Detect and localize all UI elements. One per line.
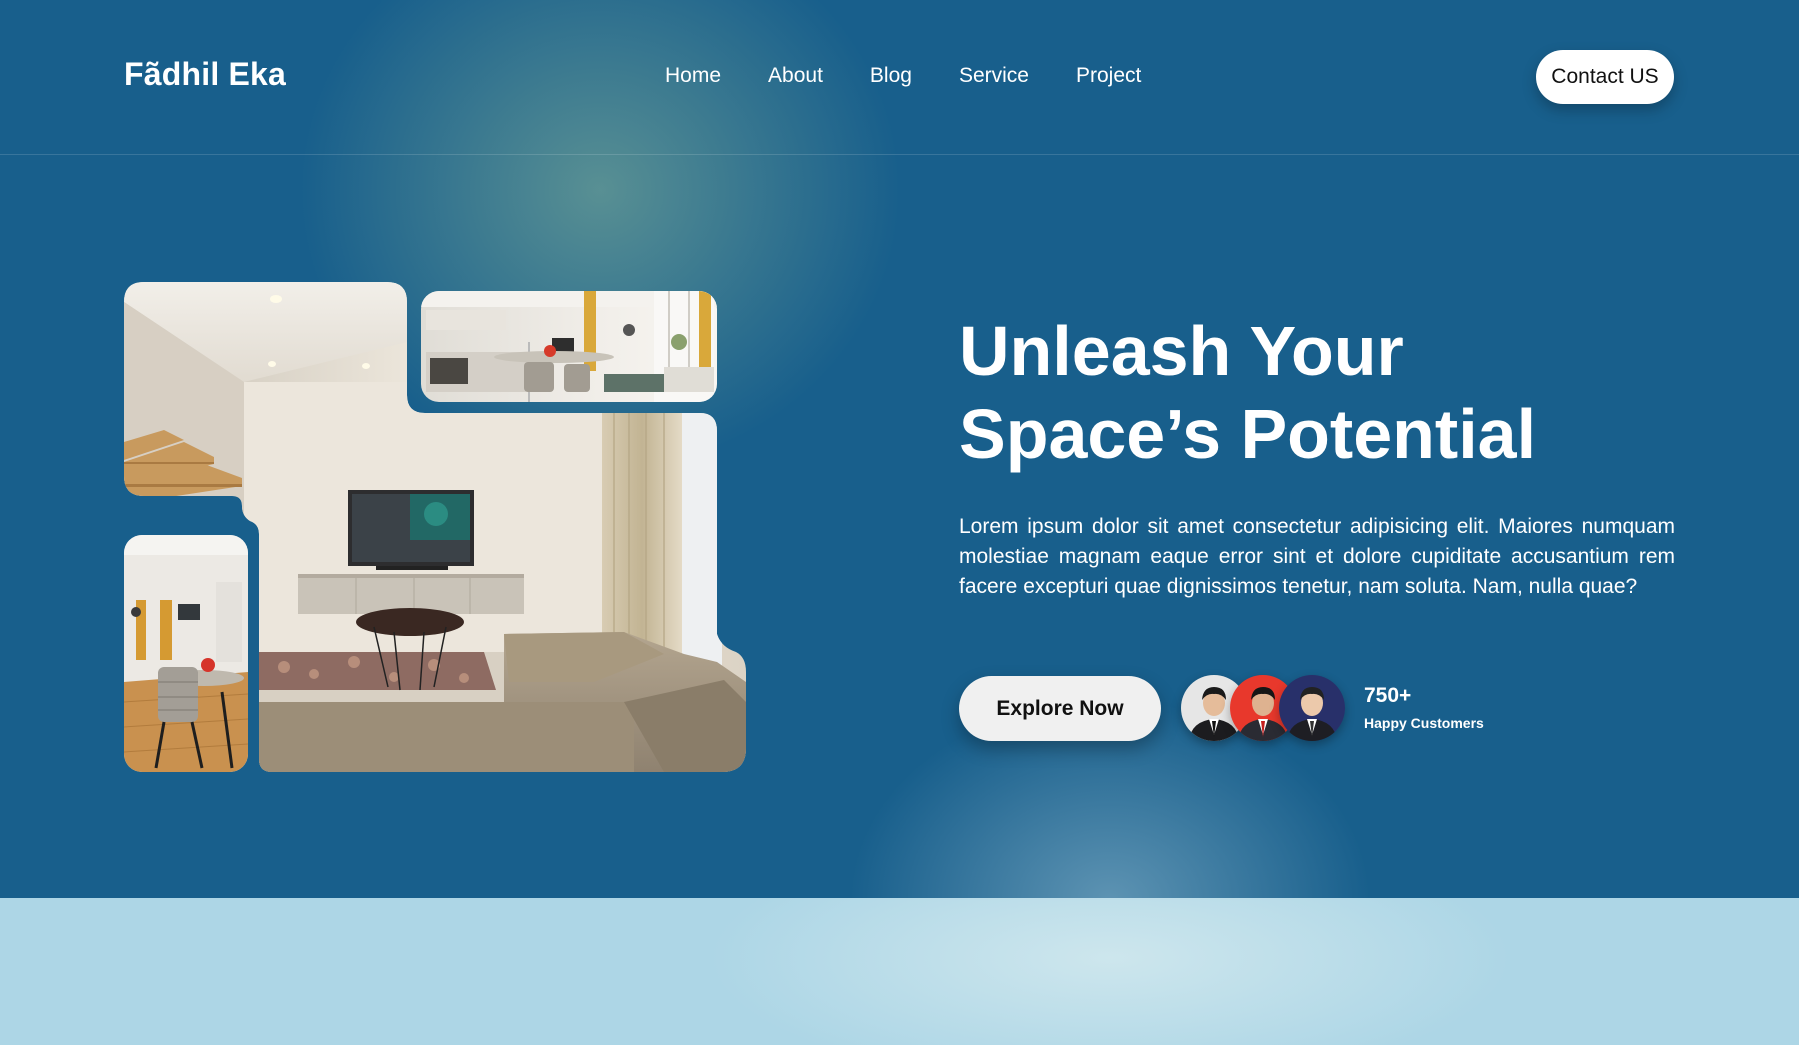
explore-now-button[interactable]: Explore Now [959,676,1161,741]
hero-headline: Unleash Your Space’s Potential [959,310,1679,476]
nav-link-home[interactable]: Home [665,64,721,88]
interior-photo-gallery [124,282,746,772]
customer-count-caption: Happy Customers [1364,715,1484,731]
dining-chair-photo [124,535,248,772]
nav-link-service[interactable]: Service [959,64,1029,88]
contact-us-button[interactable]: Contact US [1536,50,1674,104]
nav-menu: Home About Blog Service Project [665,64,1141,88]
hero-headline-line-2: Space’s Potential [959,395,1537,473]
brand-logo[interactable]: Fãdhil Eka [124,56,286,93]
hero-section: Fãdhil Eka Home About Blog Service Proje… [0,0,1799,898]
nav-link-project[interactable]: Project [1076,64,1141,88]
nav-link-about[interactable]: About [768,64,823,88]
gallery-collage [124,282,746,772]
customer-avatar-3 [1279,675,1345,741]
hero-description: Lorem ipsum dolor sit amet consectetur a… [959,515,1675,598]
customer-stats: 750+ Happy Customers [1364,684,1484,731]
customer-avatars [1181,675,1345,743]
navbar: Fãdhil Eka Home About Blog Service Proje… [0,0,1799,155]
kitchen-dining-photo [421,291,717,402]
nav-link-blog[interactable]: Blog [870,64,912,88]
hero-headline-line-1: Unleash Your [959,312,1404,390]
customer-count: 750+ [1364,684,1412,707]
next-section-band [0,898,1799,1045]
